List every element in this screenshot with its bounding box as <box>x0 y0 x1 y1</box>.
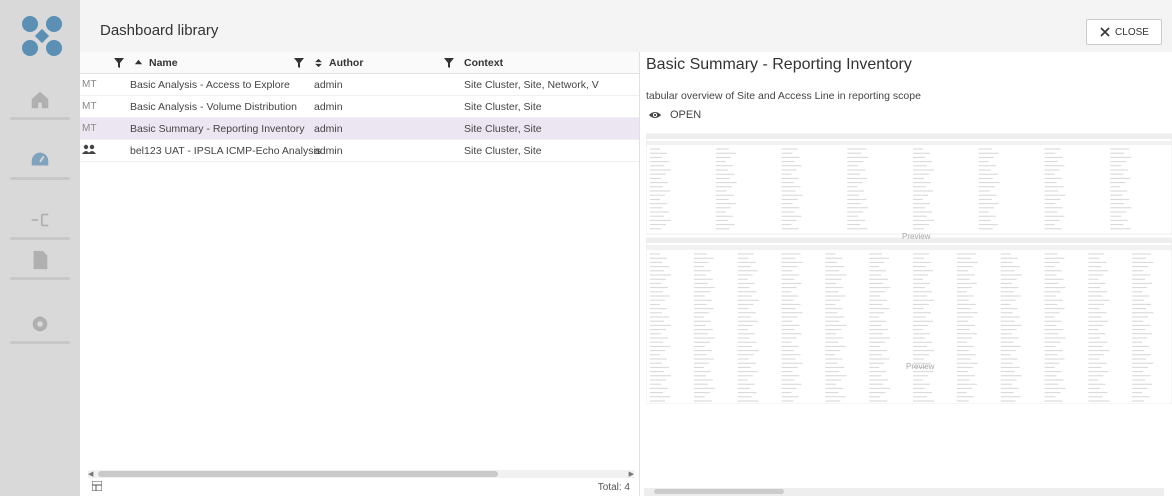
filter-icon[interactable] <box>114 57 124 68</box>
column-header-name[interactable]: Name <box>128 57 308 69</box>
table-row-selected[interactable]: MT Basic Summary - Reporting Inventory a… <box>80 118 639 140</box>
close-button[interactable]: CLOSE <box>1086 19 1162 45</box>
grid-options-icon[interactable] <box>92 481 102 491</box>
network-icon <box>31 213 49 226</box>
owner-badge: MT <box>82 101 97 112</box>
preview-description: tabular overview of Site and Access Line… <box>646 90 921 102</box>
column-name-label: Name <box>149 56 178 69</box>
table-row[interactable]: MT Basic Analysis - Volume Distribution … <box>80 96 639 118</box>
preview-scrollbar[interactable] <box>644 488 1164 496</box>
sort-icon <box>315 58 322 67</box>
horizontal-scrollbar[interactable]: ◀ ▶ <box>88 470 634 478</box>
scroll-left-icon[interactable]: ◀ <box>88 470 93 478</box>
document-icon <box>33 250 48 269</box>
column-context-label: Context <box>464 56 504 69</box>
dialog-header: Dashboard library CLOSE <box>80 0 1172 60</box>
home-icon <box>31 91 49 108</box>
gear-icon <box>32 316 48 331</box>
dashboard-grid: Name Author Context MT Basic Analysis - … <box>80 52 640 496</box>
dialog-title: Dashboard library <box>100 22 219 39</box>
owner-badge: MT <box>82 79 97 90</box>
row-name: Basic Analysis - Access to Explore <box>130 78 290 91</box>
close-icon <box>1100 27 1110 37</box>
sidebar-item-dashboards[interactable] <box>0 134 80 194</box>
row-context: Site Cluster, Site, Network, V <box>464 78 599 91</box>
preview-panel: Basic Summary - Reporting Inventory tabu… <box>640 52 1172 496</box>
scrollbar-thumb[interactable] <box>654 489 784 494</box>
open-button[interactable]: OPEN <box>648 108 701 122</box>
row-name: Basic Analysis - Volume Distribution <box>130 100 297 113</box>
sidebar-item-documents[interactable] <box>0 234 80 294</box>
row-context: Site Cluster, Site <box>464 122 542 135</box>
row-name: bel123 UAT - IPSLA ICMP-Echo Analysis <box>130 144 322 157</box>
open-button-label: OPEN <box>670 109 702 121</box>
total-count: Total: 4 <box>597 482 630 493</box>
group-icon <box>82 144 96 154</box>
row-author: admin <box>314 144 343 157</box>
row-author: admin <box>314 100 343 113</box>
eye-icon <box>648 111 662 119</box>
grid-footer: Total: 4 <box>80 478 640 496</box>
column-author-label: Author <box>329 56 364 69</box>
sort-asc-icon <box>134 59 143 65</box>
scroll-right-icon[interactable]: ▶ <box>629 470 634 478</box>
grid-header: Name Author Context <box>80 52 639 74</box>
dashboard-icon <box>31 152 49 165</box>
owner-badge: MT <box>82 123 97 134</box>
row-name: Basic Summary - Reporting Inventory <box>130 122 305 135</box>
close-button-label: CLOSE <box>1115 26 1149 38</box>
scrollbar-thumb[interactable] <box>98 471 498 477</box>
filter-icon[interactable] <box>294 57 304 68</box>
row-author: admin <box>314 122 343 135</box>
filter-icon[interactable] <box>444 57 454 68</box>
filter-column-header[interactable] <box>80 57 128 68</box>
sidebar-item-settings[interactable] <box>0 298 80 358</box>
preview-watermark: Preview <box>906 362 935 371</box>
preview-watermark: Preview <box>902 232 931 241</box>
table-row[interactable]: bel123 UAT - IPSLA ICMP-Echo Analysis ad… <box>80 140 639 162</box>
row-context: Site Cluster, Site <box>464 144 542 157</box>
preview-title: Basic Summary - Reporting Inventory <box>646 56 912 73</box>
column-header-context[interactable]: Context <box>458 57 639 69</box>
row-author: admin <box>314 78 343 91</box>
app-logo <box>22 16 62 56</box>
sidebar <box>0 0 80 496</box>
row-context: Site Cluster, Site <box>464 100 542 113</box>
table-row[interactable]: MT Basic Analysis - Access to Explore ad… <box>80 74 639 96</box>
column-header-author[interactable]: Author <box>308 57 458 69</box>
sidebar-item-home[interactable] <box>0 74 80 134</box>
